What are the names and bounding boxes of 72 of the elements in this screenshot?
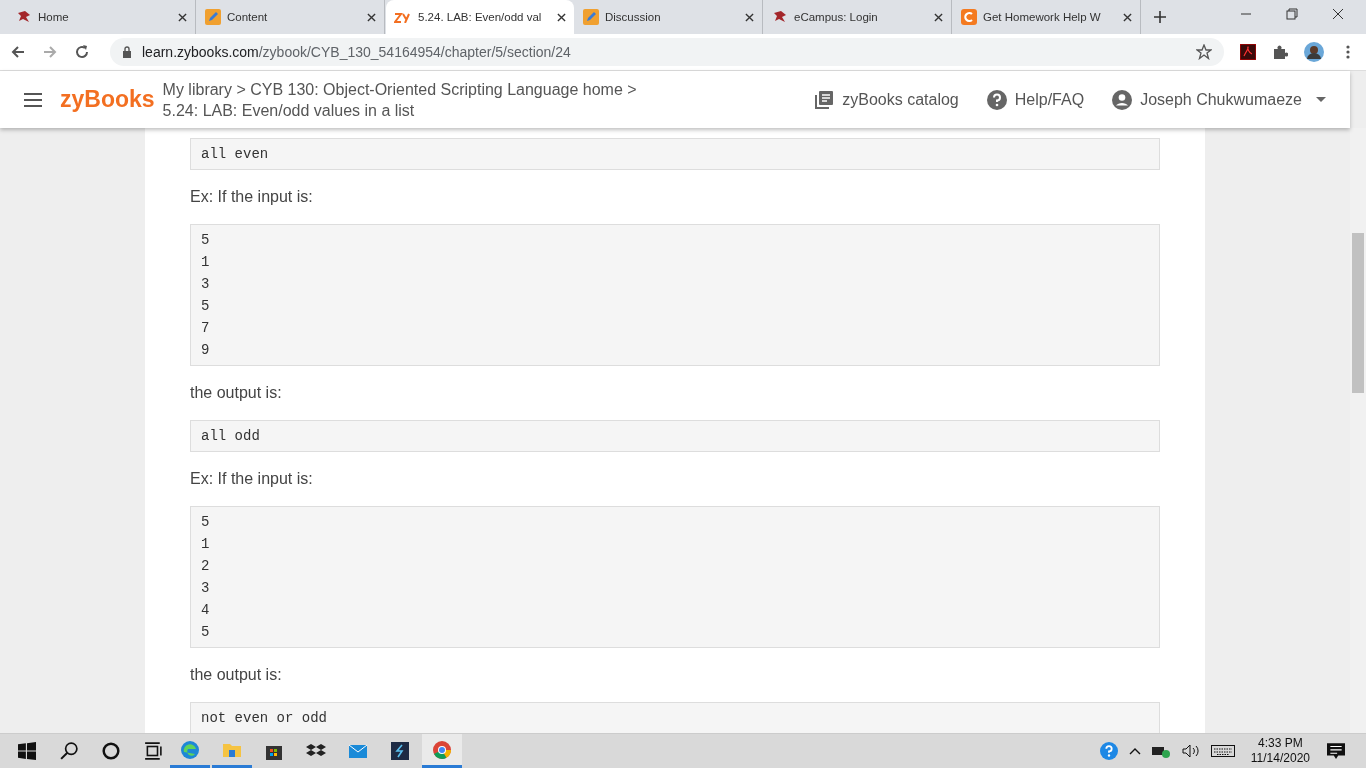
code-line: all odd	[201, 427, 261, 446]
browser-tab[interactable]: Home	[8, 0, 196, 34]
code-line: 9	[201, 341, 211, 360]
notification-icon[interactable]	[1326, 742, 1346, 760]
browser-tab[interactable]: Content	[197, 0, 385, 34]
paragraph: the output is:	[190, 383, 283, 403]
chrome-icon	[432, 739, 452, 760]
code-line: 4	[201, 601, 211, 620]
edge-browser-icon	[180, 739, 200, 760]
close-icon[interactable]	[367, 12, 376, 22]
close-icon[interactable]	[178, 12, 187, 22]
tab-title: Discussion	[605, 11, 662, 23]
keyboard-icon[interactable]	[1210, 745, 1235, 757]
browser-tab[interactable]: eCampus: Login	[764, 0, 952, 34]
tab-title: Home	[38, 11, 70, 23]
new-tab-icon[interactable]	[1154, 11, 1166, 23]
browser-tab[interactable]: Discussion	[575, 0, 763, 34]
reload-icon[interactable]	[74, 44, 90, 60]
help-icon	[986, 89, 1007, 110]
caret-icon[interactable]	[1316, 97, 1326, 102]
tab-title: Get Homework Help W	[983, 11, 1102, 23]
lock-icon	[122, 46, 132, 58]
library-icon	[814, 89, 835, 110]
code-line: all even	[201, 145, 270, 164]
address-field[interactable]: learn.zybooks.com/zybook/CYB_130_54164954/chapter/5/section/24	[110, 38, 1224, 66]
back-icon[interactable]	[10, 44, 26, 60]
close-icon[interactable]	[934, 12, 943, 22]
code-line: 1	[201, 253, 211, 272]
tab-title: eCampus: Login	[794, 11, 879, 23]
user-menu[interactable]: Joseph Chukwumaeze	[1140, 90, 1302, 109]
pencil-icon	[205, 9, 221, 25]
code-line: not even or odd	[201, 709, 329, 728]
code-line: 5	[201, 513, 211, 532]
code-line: 5	[201, 623, 211, 642]
catalog-link[interactable]: zyBooks catalog	[842, 90, 959, 109]
code-line: 3	[201, 579, 211, 598]
code-line: 5	[201, 297, 211, 316]
chevron-up-icon[interactable]	[1128, 747, 1141, 755]
browser-tab[interactable]: Get Homework Help W	[953, 0, 1141, 34]
user-icon	[1112, 89, 1133, 110]
pencil-icon	[583, 9, 599, 25]
close-icon[interactable]	[1123, 12, 1132, 22]
browser-tab[interactable]: 5.24. LAB: Even/odd val	[386, 0, 574, 34]
clock-time[interactable]: 4:33 PM	[1258, 736, 1303, 751]
paragraph: Ex: If the input is:	[190, 469, 314, 489]
zy-logo-icon	[394, 11, 412, 23]
close-icon[interactable]	[1332, 8, 1344, 20]
clock-date[interactable]: 11/14/2020	[1250, 751, 1310, 766]
section-title: 5.24: LAB: Even/odd values in a list	[162, 100, 416, 121]
paragraph: Ex: If the input is:	[190, 187, 314, 207]
close-icon[interactable]	[745, 12, 754, 22]
speaker-icon[interactable]	[1180, 742, 1201, 760]
tab-title: 5.24. LAB: Even/odd val	[418, 11, 543, 23]
lightning-app-icon	[390, 741, 410, 761]
breadcrumb[interactable]: My library > CYB 130: Object-Oriented Scripting Language home >	[162, 78, 637, 100]
restore-icon[interactable]	[1286, 8, 1298, 20]
tab-title: Content	[227, 11, 269, 23]
help-icon[interactable]	[1098, 742, 1119, 760]
menu-icon[interactable]	[24, 92, 42, 107]
paragraph: the output is:	[190, 665, 283, 685]
star-icon[interactable]	[1196, 44, 1212, 60]
c-logo-icon	[961, 9, 977, 25]
code-line: 7	[201, 319, 211, 338]
close-icon[interactable]	[557, 12, 566, 22]
code-line: 3	[201, 275, 211, 294]
code-line: 5	[201, 231, 211, 250]
code-line: 1	[201, 535, 211, 554]
puzzle-icon[interactable]	[1272, 44, 1288, 60]
pdf-icon[interactable]	[1240, 44, 1256, 60]
code-line: 2	[201, 557, 211, 576]
avatar-icon[interactable]	[1304, 42, 1324, 62]
help-link[interactable]: Help/FAQ	[1014, 90, 1085, 109]
